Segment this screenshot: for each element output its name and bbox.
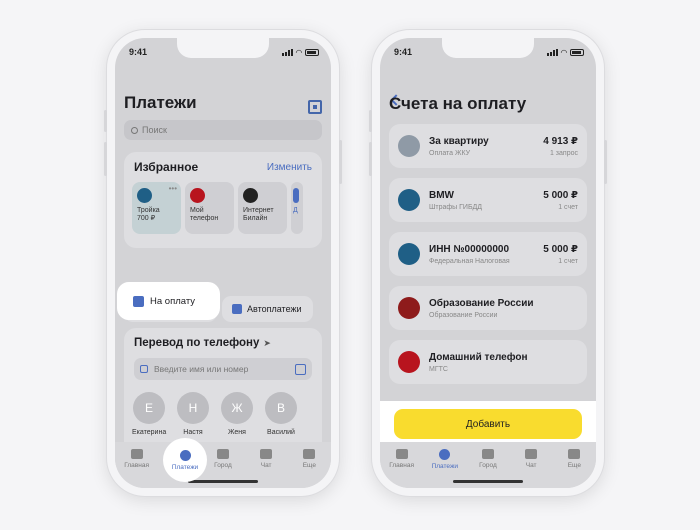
tab-more[interactable]: Еще <box>290 449 328 488</box>
signal-icon <box>546 48 558 56</box>
sbp-icon: ➤ <box>263 337 271 348</box>
bill-item-home-phone[interactable]: Домашний телефон МГТС <box>389 340 587 384</box>
page-title: Платежи <box>124 93 197 112</box>
favorite-tile-phone[interactable]: Мой телефон <box>185 182 234 234</box>
home-indicator <box>188 480 258 483</box>
tab-payments-active[interactable]: Платежи <box>163 438 207 482</box>
beeline-logo <box>243 188 258 203</box>
battery-icon <box>570 48 584 56</box>
wifi-icon: ◠ <box>560 47 567 57</box>
add-button-spotlight: Добавить <box>380 401 596 447</box>
home-icon <box>395 449 408 459</box>
chat-icon <box>525 449 538 459</box>
phone-payments: 9:41 ◠ Платежи Поиск Избранное Изменить … <box>104 30 342 496</box>
bill-item-tax[interactable]: ИНН №00000000 Федеральная Налоговая 5 000… <box>389 232 587 276</box>
wifi-icon: ◠ <box>295 47 302 57</box>
pay-bills-button[interactable]: На оплату <box>117 282 220 320</box>
qr-scan-icon[interactable] <box>308 100 322 114</box>
transfer-title: Перевод по телефону <box>134 337 260 349</box>
search-icon <box>131 126 138 134</box>
phone-icon <box>140 365 148 373</box>
status-time: 9:41 <box>394 47 413 57</box>
gibdd-logo <box>398 189 420 211</box>
status-bar: 9:41 ◠ <box>129 46 319 58</box>
phone-bills: 9:41 ◠ Счета на оплату За квартиру Оплата… <box>369 30 607 496</box>
page-title: Счета на оплату <box>389 94 527 113</box>
bill-item-bmw[interactable]: BMW Штрафы ГИБДД 5 000 ₽1 счет <box>389 178 587 222</box>
autopay-icon <box>232 304 242 314</box>
contacts-icon[interactable] <box>295 363 306 375</box>
screen: 9:41 ◠ Счета на оплату За квартиру Оплата… <box>380 38 596 488</box>
transfer-phone-input[interactable]: Введите имя или номер <box>134 358 312 380</box>
city-icon <box>216 449 229 459</box>
contact-item[interactable]: Е Екатерина <box>132 392 166 436</box>
edit-favorites-link[interactable]: Изменить <box>267 162 312 173</box>
education-logo <box>398 297 420 319</box>
fns-logo <box>398 243 420 265</box>
bills-icon <box>133 295 144 307</box>
tab-home[interactable]: Главная <box>118 449 156 488</box>
bill-item-apartment[interactable]: За квартиру Оплата ЖКУ 4 913 ₽1 запрос <box>389 124 587 168</box>
city-icon <box>481 449 494 459</box>
favorite-tile-troika[interactable]: ••• Тройка 700 ₽ <box>132 182 181 234</box>
mgts-logo <box>398 351 420 373</box>
status-time: 9:41 <box>129 47 148 57</box>
payments-icon <box>179 449 191 461</box>
home-indicator <box>453 480 523 483</box>
more-dots-icon <box>568 449 581 459</box>
transfer-card: Перевод по телефону ➤ Введите имя или ном… <box>124 328 322 454</box>
status-bar: 9:41 ◠ <box>394 46 584 58</box>
add-button[interactable]: Добавить <box>394 409 582 439</box>
signal-icon <box>281 48 293 56</box>
search-input[interactable]: Поиск <box>124 120 322 140</box>
home-icon <box>130 449 143 459</box>
favorites-title: Избранное <box>134 160 199 174</box>
screen: 9:41 ◠ Платежи Поиск Избранное Изменить … <box>115 38 331 488</box>
autopay-pill[interactable]: Автоплатежи <box>222 296 313 322</box>
chat-icon <box>260 449 273 459</box>
zhku-logo <box>398 135 420 157</box>
tile-logo <box>293 188 299 203</box>
more-icon[interactable]: ••• <box>169 184 177 193</box>
contact-item[interactable]: Н Настя <box>176 392 210 436</box>
troika-logo <box>137 188 152 203</box>
battery-icon <box>305 48 319 56</box>
favorites-card: Избранное Изменить ••• Тройка 700 ₽ Мой те… <box>124 152 322 248</box>
more-dots-icon <box>303 449 316 459</box>
mts-logo <box>190 188 205 203</box>
contact-item[interactable]: Ж Женя <box>220 392 254 436</box>
tab-more[interactable]: Еще <box>555 449 593 488</box>
payments-icon <box>439 449 451 460</box>
bill-item-education[interactable]: Образование России Образование России <box>389 286 587 330</box>
favorite-tile-internet[interactable]: Интернет Билайн <box>238 182 287 234</box>
contact-item[interactable]: В Василий <box>264 392 298 436</box>
tab-home[interactable]: Главная <box>383 449 421 488</box>
favorite-tile-partial[interactable]: Д <box>291 182 303 234</box>
